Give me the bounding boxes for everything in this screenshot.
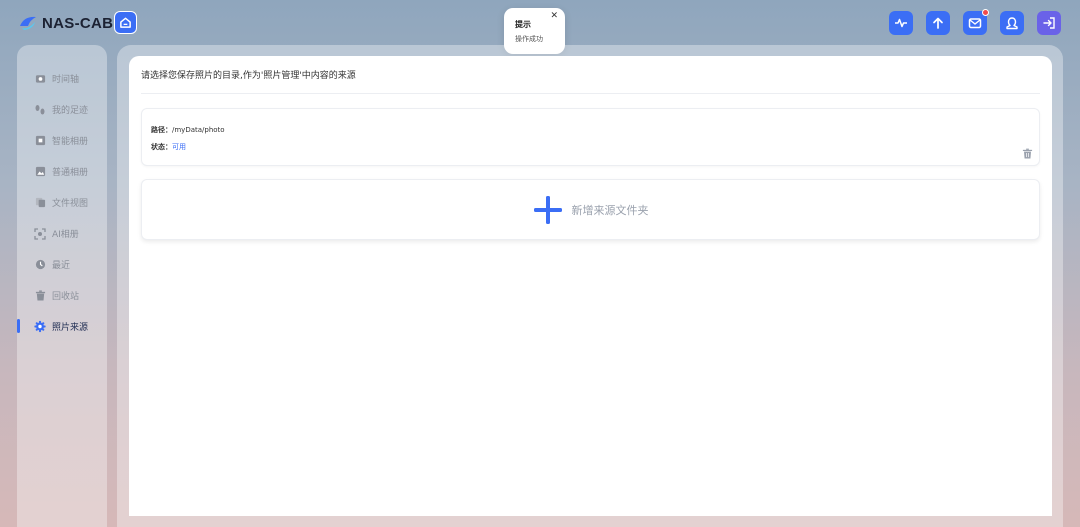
source-item: 路径：/myData/photo 状态：可用 xyxy=(141,108,1040,166)
add-source-label: 新增来源文件夹 xyxy=(571,203,649,217)
upload-icon xyxy=(933,17,943,29)
mail-button[interactable] xyxy=(963,9,989,35)
gear-icon xyxy=(34,320,46,333)
close-icon[interactable]: ✕ xyxy=(550,12,558,21)
mail-icon xyxy=(968,18,982,29)
sidebar-item-label: 智能相册 xyxy=(52,137,89,147)
image-icon xyxy=(34,166,46,178)
sidebar-item-smart-album[interactable]: 智能相册 xyxy=(17,125,107,156)
page-description: 请选择您保存照片的目录,作为'照片管理'中内容的来源 xyxy=(141,71,356,81)
sidebar-item-ai-album[interactable]: AI相册 xyxy=(17,218,107,249)
delete-source-button[interactable] xyxy=(1021,147,1033,159)
home-button[interactable] xyxy=(114,11,137,34)
path-value: /myData/photo xyxy=(172,126,225,134)
sidebar-item-label: 我的足迹 xyxy=(52,106,89,116)
upload-button[interactable] xyxy=(926,11,950,35)
notification-badge xyxy=(982,9,989,16)
topbar-actions xyxy=(889,9,1061,35)
path-key: 路径： xyxy=(151,126,172,134)
user-icon xyxy=(1006,17,1018,30)
sidebar-item-recycle-bin[interactable]: 回收站 xyxy=(17,280,107,311)
ai-scan-icon xyxy=(34,227,46,240)
sidebar-item-footprints[interactable]: 我的足迹 xyxy=(17,94,107,125)
divider xyxy=(141,93,1040,94)
logout-icon xyxy=(1043,17,1055,29)
clock-icon xyxy=(34,259,46,271)
photo-source-card: 请选择您保存照片的目录,作为'照片管理'中内容的来源 路径：/myData/ph… xyxy=(129,56,1052,516)
source-path: 路径：/myData/photo xyxy=(151,125,225,135)
sidebar-item-label: 时间轴 xyxy=(52,75,80,85)
plus-icon xyxy=(533,195,562,224)
camera-icon xyxy=(34,73,46,85)
home-icon xyxy=(120,17,131,28)
toast-message: 操作成功 xyxy=(515,35,543,43)
sidebar-item-label: 最近 xyxy=(52,261,71,271)
activity-button[interactable] xyxy=(889,11,913,35)
logo-icon xyxy=(20,16,36,30)
trash-icon xyxy=(34,290,46,302)
sidebar-item-label: 回收站 xyxy=(52,292,80,302)
trash-icon xyxy=(1022,148,1032,159)
activity-icon xyxy=(895,18,907,28)
sidebar-item-label: 照片来源 xyxy=(52,323,89,333)
status-value: 可用 xyxy=(172,143,186,151)
files-icon xyxy=(34,197,46,209)
sidebar-item-label: 文件视图 xyxy=(52,199,89,209)
sidebar-item-file-view[interactable]: 文件视图 xyxy=(17,187,107,218)
sidebar-item-normal-album[interactable]: 普通相册 xyxy=(17,156,107,187)
app-name: NAS-CAB xyxy=(42,14,114,32)
sidebar-item-recent[interactable]: 最近 xyxy=(17,249,107,280)
active-indicator xyxy=(17,319,20,333)
sidebar: 时间轴 我的足迹 智能相册 普通相册 文件视图 AI相册 最近 回收站 照片来源 xyxy=(17,45,107,527)
footprints-icon xyxy=(34,104,46,116)
sidebar-item-label: 普通相册 xyxy=(52,168,89,178)
app-logo: NAS-CAB xyxy=(18,12,113,34)
user-button[interactable] xyxy=(1000,11,1024,35)
add-source-folder-button[interactable]: 新增来源文件夹 xyxy=(141,179,1040,240)
smart-album-icon xyxy=(34,135,46,147)
sidebar-item-timeline[interactable]: 时间轴 xyxy=(17,63,107,94)
source-status: 状态：可用 xyxy=(151,142,186,152)
sidebar-item-label: AI相册 xyxy=(52,230,79,240)
status-key: 状态： xyxy=(151,143,172,151)
sidebar-item-photo-source[interactable]: 照片来源 xyxy=(17,311,107,342)
logout-button[interactable] xyxy=(1037,11,1061,35)
